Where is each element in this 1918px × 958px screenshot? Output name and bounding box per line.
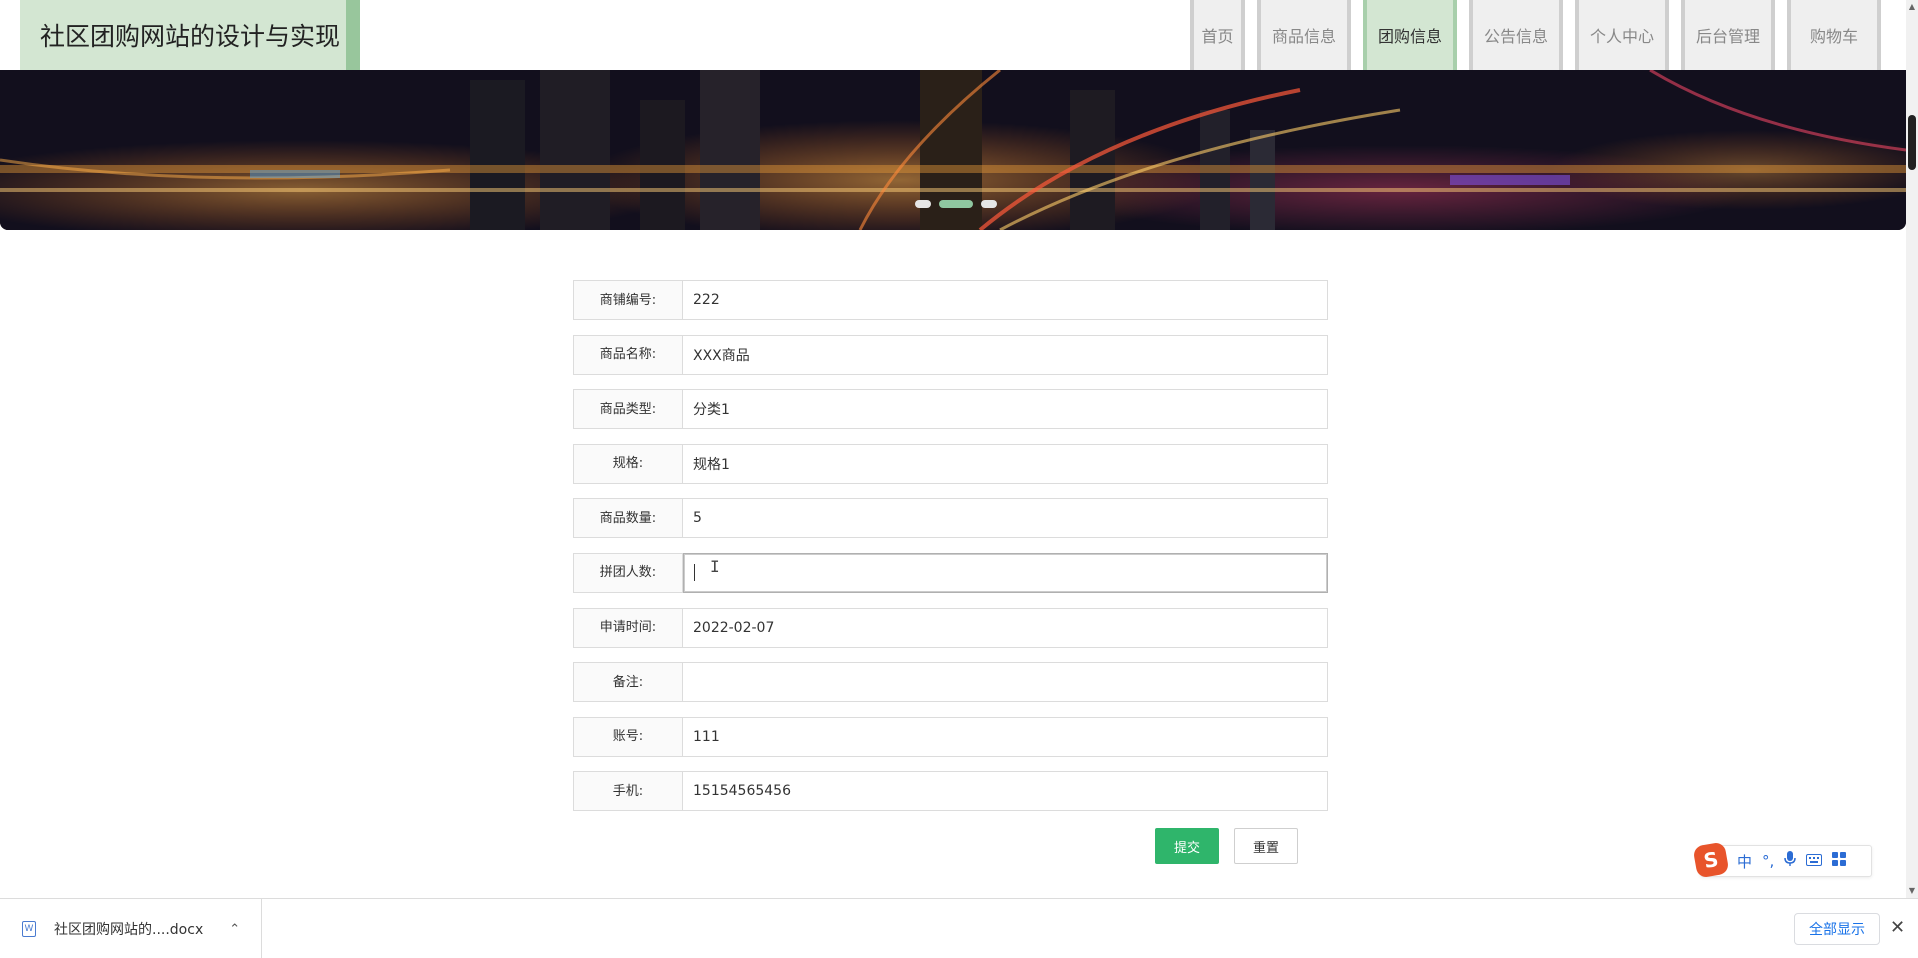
reset-button[interactable]: 重置: [1234, 828, 1298, 864]
account-input[interactable]: [683, 716, 1328, 757]
group-size-input[interactable]: [683, 552, 1328, 593]
grid-icon[interactable]: [1832, 852, 1847, 870]
banner-carousel[interactable]: [0, 70, 1906, 230]
carousel-dot-2[interactable]: [939, 200, 973, 208]
text-caret: [694, 564, 695, 581]
account-label: 账号:: [573, 716, 683, 757]
remark-label: 备注:: [573, 662, 683, 703]
form-row-quantity: 商品数量:: [573, 498, 1328, 539]
microphone-icon[interactable]: [1784, 851, 1797, 871]
quantity-label: 商品数量:: [573, 498, 683, 539]
shop-id-label: 商铺编号:: [573, 280, 683, 320]
phone-label: 手机:: [573, 771, 683, 812]
ibeam-cursor-icon: I: [710, 557, 720, 576]
close-icon[interactable]: ✕: [1890, 917, 1905, 938]
nav-group-buying[interactable]: 团购信息: [1363, 0, 1457, 70]
carousel-dot-3[interactable]: [981, 200, 997, 208]
form-row-spec: 规格:: [573, 443, 1328, 484]
download-item[interactable]: W 社区团购网站的....docx ⌃: [0, 899, 262, 958]
nav-announcements[interactable]: 公告信息: [1469, 0, 1563, 70]
ime-toolbar: S 中 °,: [1692, 841, 1872, 879]
form-row-phone: 手机:: [573, 771, 1328, 812]
scroll-thumb[interactable]: [1908, 115, 1916, 170]
keyboard-icon[interactable]: [1806, 852, 1823, 870]
product-type-input[interactable]: [683, 389, 1328, 430]
download-file-name: 社区团购网站的....docx: [54, 922, 204, 938]
nav-cart[interactable]: 购物车: [1787, 0, 1881, 70]
phone-input[interactable]: [683, 771, 1328, 812]
download-shelf: W 社区团购网站的....docx ⌃ 全部显示 ✕: [0, 898, 1918, 958]
carousel-dot-1[interactable]: [915, 200, 931, 208]
ime-mode-toggle[interactable]: 中: [1737, 851, 1752, 872]
apply-time-label: 申请时间:: [573, 607, 683, 648]
remark-input[interactable]: [683, 662, 1328, 703]
site-header: 社区团购网站的设计与实现 首页 商品信息 团购信息 公告信息 个人中心 后台管理…: [0, 0, 1906, 70]
product-type-label: 商品类型:: [573, 389, 683, 430]
submit-button[interactable]: 提交: [1155, 828, 1219, 864]
form-row-account: 账号:: [573, 716, 1328, 757]
form-row-apply-time: 申请时间:: [573, 607, 1328, 648]
spec-input[interactable]: [683, 443, 1328, 484]
main-nav: 首页 商品信息 团购信息 公告信息 个人中心 后台管理 购物车: [1190, 0, 1893, 70]
docx-file-icon: W: [22, 921, 36, 937]
carousel-indicators: [915, 200, 997, 208]
scroll-up-icon[interactable]: ▲: [1906, 0, 1918, 14]
nav-home[interactable]: 首页: [1190, 0, 1245, 70]
apply-time-input[interactable]: [683, 607, 1328, 648]
nav-products[interactable]: 商品信息: [1257, 0, 1351, 70]
form-row-product-type: 商品类型:: [573, 389, 1328, 430]
show-all-downloads-button[interactable]: 全部显示: [1794, 913, 1880, 945]
form-row-product-name: 商品名称:: [573, 334, 1328, 375]
group-buy-form: 商铺编号: 商品名称: 商品类型: 规格: 商品数量: 拼团人数: 申请时间: …: [573, 280, 1328, 826]
nav-admin[interactable]: 后台管理: [1681, 0, 1775, 70]
nav-personal-center[interactable]: 个人中心: [1575, 0, 1669, 70]
product-name-label: 商品名称:: [573, 334, 683, 375]
form-row-remark: 备注:: [573, 662, 1328, 703]
chevron-up-icon[interactable]: ⌃: [229, 922, 240, 937]
form-actions: 提交 重置: [1155, 828, 1298, 864]
site-logo-title[interactable]: 社区团购网站的设计与实现: [20, 0, 360, 70]
form-row-shop-id: 商铺编号:: [573, 280, 1328, 320]
shop-id-input[interactable]: [683, 280, 1328, 320]
scroll-down-icon[interactable]: ▼: [1906, 884, 1918, 898]
group-size-label: 拼团人数:: [573, 552, 683, 593]
sogou-logo-icon[interactable]: S: [1692, 841, 1730, 879]
ime-punctuation-toggle[interactable]: °,: [1762, 852, 1774, 870]
quantity-input[interactable]: [683, 498, 1328, 539]
form-row-group-size: 拼团人数:: [573, 552, 1328, 593]
page-scrollbar[interactable]: ▲ ▼: [1906, 0, 1918, 898]
product-name-input[interactable]: [683, 334, 1328, 375]
spec-label: 规格:: [573, 443, 683, 484]
